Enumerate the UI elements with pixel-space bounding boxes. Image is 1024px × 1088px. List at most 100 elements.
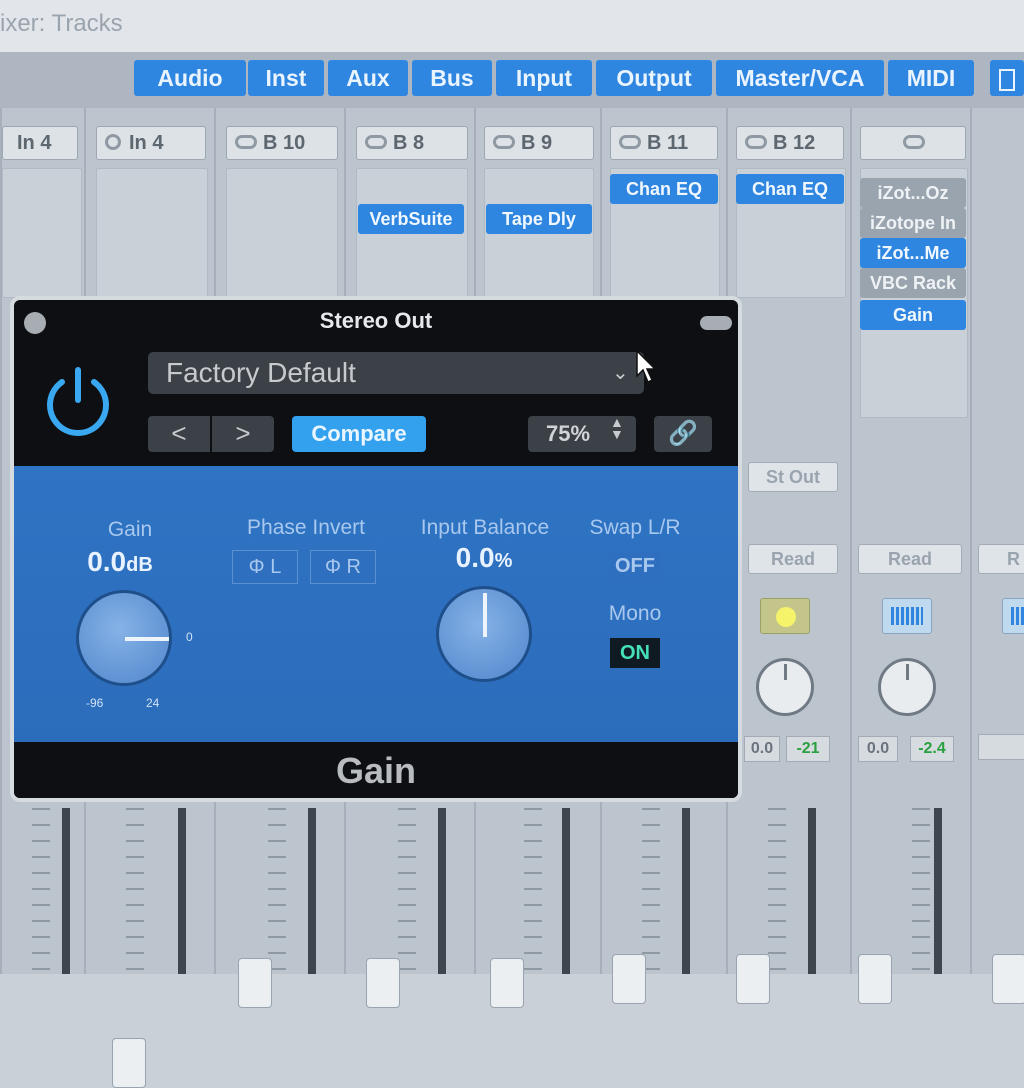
- stereo-link-icon: [493, 135, 515, 150]
- stereo-link-icon: [745, 135, 767, 150]
- preset-menu[interactable]: Factory Default: [148, 352, 644, 394]
- insert-area[interactable]: [226, 168, 338, 298]
- gain-number: 0.0: [87, 546, 127, 577]
- chevron-down-icon: ⌄: [612, 362, 629, 384]
- volume-fader[interactable]: [112, 1038, 146, 1088]
- fader-track: [62, 808, 70, 974]
- mouse-cursor-icon: [636, 350, 657, 384]
- input-slot[interactable]: B 10: [226, 126, 338, 160]
- channel-strip: R: [970, 108, 1024, 1004]
- volume-fader[interactable]: [490, 958, 524, 1008]
- plugin-name: Gain: [335, 750, 416, 791]
- input-slot[interactable]: B 9: [484, 126, 594, 160]
- output-slot[interactable]: St Out: [748, 462, 838, 492]
- input-balance-number: 0.0: [455, 542, 495, 573]
- gain-knob[interactable]: [76, 590, 172, 686]
- insert-plugin[interactable]: Gain: [860, 300, 966, 330]
- filter-inst-button[interactable]: Inst: [248, 60, 324, 96]
- filter-master-vca-button[interactable]: Master/VCA: [716, 60, 884, 96]
- automation-mode-button[interactable]: R: [978, 544, 1024, 574]
- compare-button[interactable]: Compare: [292, 416, 426, 452]
- volume-fader[interactable]: [736, 954, 770, 1004]
- gain-max-tick: 24: [146, 696, 160, 710]
- input-balance-value: 0.0%: [424, 542, 544, 574]
- insert-plugin[interactable]: iZot...Me: [860, 238, 966, 268]
- plugin-window-title: Stereo Out: [319, 308, 433, 333]
- link-button[interactable]: 🔗: [654, 416, 712, 452]
- insert-plugin[interactable]: VerbSuite: [358, 204, 464, 234]
- volume-fader[interactable]: [366, 958, 400, 1008]
- filter-bar: Audio Inst Aux Bus Input Output Master/V…: [0, 52, 1024, 108]
- input-monitor-button[interactable]: [1002, 598, 1024, 634]
- mono-toggle[interactable]: ON: [610, 638, 660, 668]
- insert-plugin[interactable]: VBC Rack: [860, 268, 966, 298]
- previous-preset-button[interactable]: <: [148, 416, 210, 452]
- filter-output-button[interactable]: Output: [596, 60, 712, 96]
- insert-plugin[interactable]: iZotope In: [860, 208, 966, 238]
- fader-scale: [768, 808, 786, 974]
- input-slot[interactable]: B 12: [736, 126, 844, 160]
- phase-right-label: R: [346, 556, 361, 578]
- input-label: In 4: [129, 132, 164, 154]
- volume-fader[interactable]: [992, 954, 1024, 1004]
- volume-readout: 0.0: [858, 736, 898, 762]
- automation-mode-button[interactable]: Read: [748, 544, 838, 574]
- stepper-arrows-icon: ▲ ▼: [610, 414, 624, 442]
- input-label: B 12: [773, 132, 816, 154]
- phase-left-label: L: [270, 556, 282, 578]
- filter-audio-button[interactable]: Audio: [134, 60, 246, 96]
- window-zoom-pill[interactable]: [700, 316, 732, 330]
- mono-label: Mono: [608, 602, 662, 625]
- volume-readout: [978, 734, 1024, 760]
- gain-unit: dB: [126, 554, 153, 576]
- input-slot[interactable]: B 11: [610, 126, 718, 160]
- volume-fader[interactable]: [238, 958, 272, 1008]
- input-label: B 9: [521, 132, 553, 154]
- input-label: B 10: [263, 132, 306, 154]
- filter-midi-button[interactable]: MIDI: [888, 60, 974, 96]
- input-balance-knob[interactable]: [436, 586, 532, 682]
- insert-plugin[interactable]: Chan EQ: [610, 174, 718, 204]
- title-bar: [0, 0, 1024, 52]
- fader-track: [682, 808, 690, 974]
- view-toggle-button[interactable]: [990, 60, 1024, 96]
- input-slot[interactable]: In 4: [96, 126, 206, 160]
- filter-aux-button[interactable]: Aux: [328, 60, 408, 96]
- fader-track: [178, 808, 186, 974]
- automation-mode-button[interactable]: Read: [858, 544, 962, 574]
- volume-fader[interactable]: [612, 954, 646, 1004]
- pan-knob[interactable]: [756, 658, 814, 716]
- swap-lr-label: Swap L/R: [589, 516, 681, 539]
- phase-invert-left-button[interactable]: Φ L: [232, 550, 298, 584]
- channel-strip: B 12 Chan EQ St Out Read 0.0 -21: [726, 108, 850, 1004]
- input-slot[interactable]: In 4: [2, 126, 78, 160]
- insert-area[interactable]: [96, 168, 208, 298]
- input-balance-label: Input Balance: [420, 516, 550, 539]
- insert-plugin[interactable]: Chan EQ: [736, 174, 844, 204]
- insert-plugin[interactable]: iZot...Oz: [860, 178, 966, 208]
- fader-scale: [398, 808, 416, 974]
- fader-track: [562, 808, 570, 974]
- columns-icon: [999, 68, 1015, 91]
- input-slot[interactable]: [860, 126, 966, 160]
- phase-invert-label: Phase Invert: [247, 516, 365, 539]
- channel-strip: iZot...Oz iZotope In iZot...Me VBC Rack …: [850, 108, 970, 1004]
- insert-plugin[interactable]: Tape Dly: [486, 204, 592, 234]
- record-enable-button[interactable]: [760, 598, 810, 634]
- insert-area[interactable]: [2, 168, 82, 298]
- stereo-link-icon: [365, 135, 387, 150]
- input-monitor-button[interactable]: [882, 598, 932, 634]
- next-preset-button[interactable]: >: [212, 416, 274, 452]
- input-label: B 11: [647, 132, 689, 154]
- fader-track: [308, 808, 316, 974]
- volume-fader[interactable]: [858, 954, 892, 1004]
- filter-input-button[interactable]: Input: [496, 60, 592, 96]
- phase-invert-right-button[interactable]: Φ R: [310, 550, 376, 584]
- gain-label: Gain: [107, 518, 153, 541]
- power-icon[interactable]: [40, 362, 116, 438]
- phase-icon: Φ: [325, 556, 341, 578]
- filter-bus-button[interactable]: Bus: [412, 60, 492, 96]
- swap-lr-toggle[interactable]: OFF: [610, 552, 660, 580]
- pan-knob[interactable]: [878, 658, 936, 716]
- input-slot[interactable]: B 8: [356, 126, 468, 160]
